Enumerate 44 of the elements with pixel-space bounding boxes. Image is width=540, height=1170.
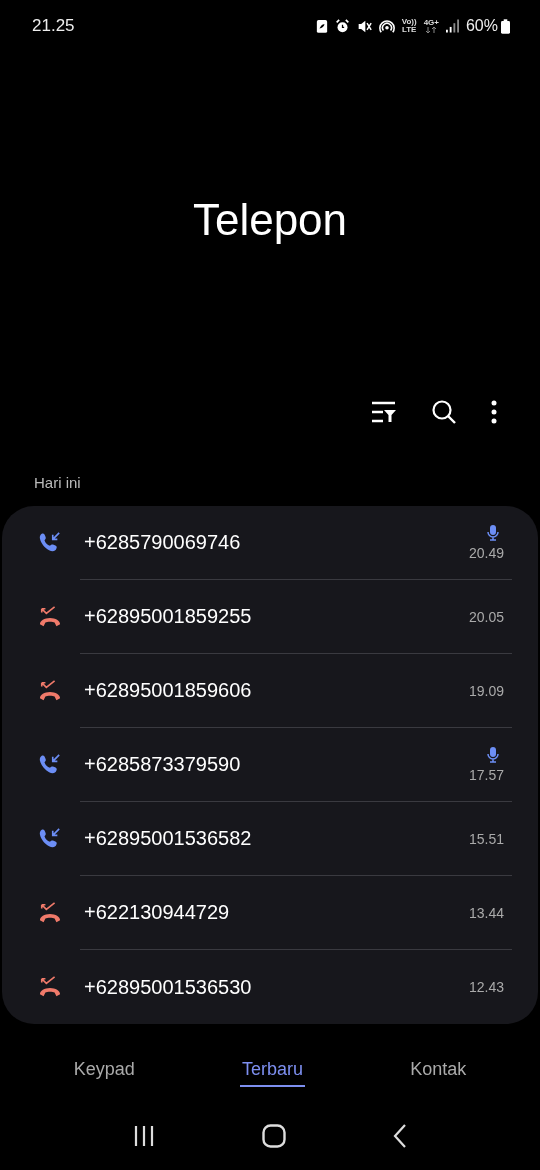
call-log-item[interactable]: +62895001536530 12.43	[2, 950, 538, 1024]
call-log-item[interactable]: +6285790069746 20.49	[2, 506, 538, 580]
tab[interactable]: Terbaru	[240, 1055, 305, 1087]
call-time: 17.57	[468, 766, 504, 783]
recent-apps-icon[interactable]	[133, 1125, 156, 1147]
mute-icon	[356, 18, 372, 34]
call-log-item[interactable]: +62895001536582 15.51	[2, 802, 538, 876]
call-time: 12.43	[468, 979, 504, 995]
call-log-item[interactable]: +622130944729 13.44	[2, 876, 538, 950]
phone-number: +62895001536530	[84, 975, 252, 999]
lte-label: LTE	[401, 26, 417, 34]
battery-percentage: 60%	[465, 17, 498, 35]
call-time: 20.05	[468, 608, 504, 625]
phone-number: +62895001859606	[84, 679, 252, 702]
alarm-icon	[334, 18, 350, 34]
call-time: 19.09	[468, 682, 504, 699]
search-icon[interactable]	[431, 399, 457, 425]
more-options-icon[interactable]	[491, 400, 497, 424]
phone-number: +62895001536582	[84, 827, 252, 850]
volte-label: Vo))	[401, 18, 417, 26]
network-type-label: 4G+	[423, 19, 439, 27]
battery-saver-icon	[315, 18, 328, 34]
phone-number: +6285790069746	[84, 531, 241, 554]
signal-icon	[445, 19, 459, 33]
hotspot-icon	[378, 18, 395, 34]
call-time: 13.44	[468, 904, 504, 921]
phone-number: +622130944729	[84, 901, 230, 924]
app-title: Telepon	[192, 194, 348, 245]
call-time: 15.51	[468, 830, 504, 847]
section-header: Hari ini	[33, 473, 82, 493]
tab[interactable]: Kontak	[408, 1055, 469, 1087]
battery-icon	[501, 18, 510, 34]
phone-number: +62895001859255	[84, 605, 252, 628]
back-icon[interactable]	[392, 1124, 407, 1148]
status-time: 21.25	[32, 16, 75, 36]
home-icon[interactable]	[262, 1124, 286, 1148]
filter-icon[interactable]	[371, 400, 397, 424]
call-log-item[interactable]: +62895001859255 20.05	[2, 580, 538, 654]
call-log-item[interactable]: +6285873379590 17.57	[2, 728, 538, 802]
call-log-item[interactable]: +62895001859606 19.09	[2, 654, 538, 728]
call-time: 20.49	[468, 544, 504, 561]
phone-number: +6285873379590	[84, 753, 241, 776]
tab[interactable]: Keypad	[71, 1055, 137, 1087]
data-arrows-icon	[425, 27, 438, 33]
